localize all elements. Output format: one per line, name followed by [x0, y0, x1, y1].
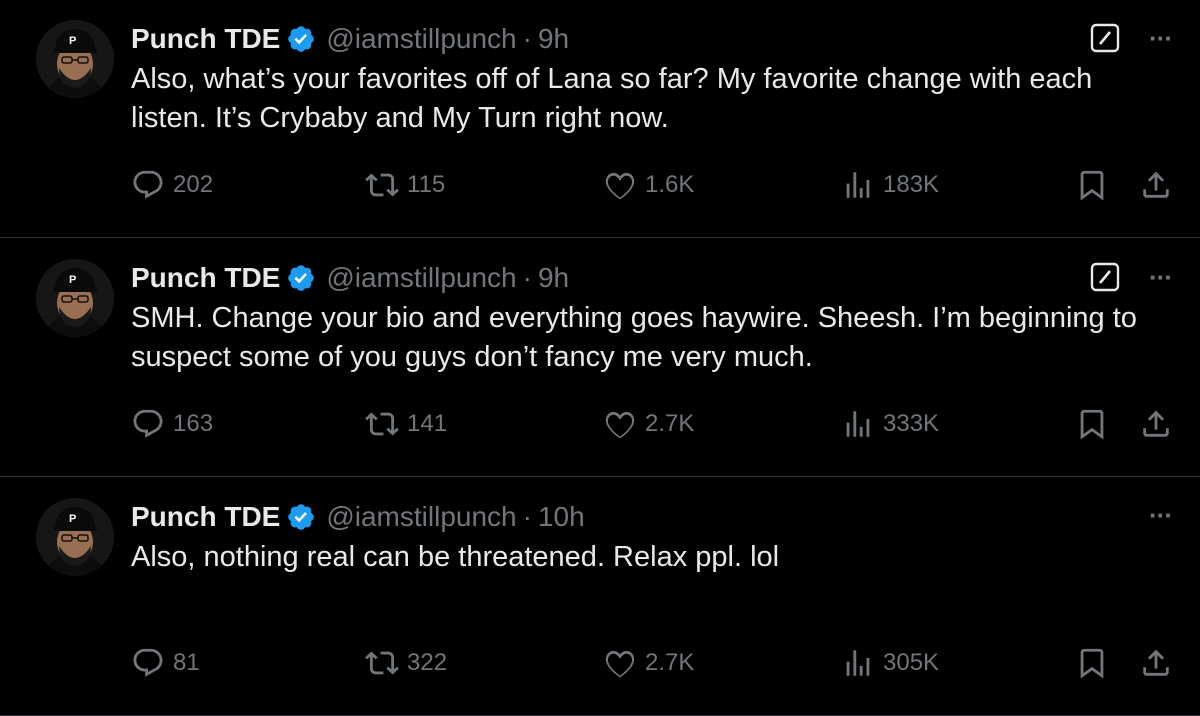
- share-icon: [1143, 410, 1169, 437]
- avatar[interactable]: P: [36, 20, 114, 98]
- more-icon[interactable]: ···: [1149, 262, 1173, 292]
- tweet-header: Punch TDE @iamstillpunch · 9h: [131, 259, 569, 297]
- tweet-actions: 202 115 1.6K 183K: [131, 168, 1171, 208]
- bookmark-button[interactable]: [1075, 646, 1109, 680]
- author-handle[interactable]: @iamstillpunch: [326, 262, 516, 294]
- bookmark-icon: [1080, 648, 1104, 679]
- share-icon: [1143, 171, 1169, 198]
- author-name[interactable]: Punch TDE: [131, 23, 280, 55]
- views-count: 305K: [883, 649, 940, 676]
- share-button[interactable]: [1139, 407, 1173, 441]
- reply-count: 163: [173, 410, 214, 437]
- tweet-actions: 163 141 2.7K 333K: [131, 407, 1171, 447]
- more-icon[interactable]: ···: [1149, 500, 1173, 530]
- bookmark-icon: [1080, 170, 1104, 201]
- reply-icon: [133, 409, 163, 438]
- retweet-icon: [365, 412, 399, 436]
- reply-button[interactable]: 202: [131, 168, 213, 202]
- separator-dot: ·: [522, 23, 532, 54]
- like-count: 2.7K: [645, 649, 695, 676]
- tweet-top-actions: ···: [1089, 261, 1173, 293]
- like-icon: [605, 650, 635, 678]
- like-count: 2.7K: [645, 410, 695, 437]
- like-icon: [605, 411, 635, 439]
- tweet[interactable]: P Punch TDE @iamstillpunch · 10h ··· Als…: [0, 478, 1200, 716]
- author-name[interactable]: Punch TDE: [131, 501, 280, 533]
- bookmark-button[interactable]: [1075, 407, 1109, 441]
- reply-icon: [133, 648, 163, 677]
- retweet-count: 115: [407, 171, 446, 198]
- tweet-text: Also, what’s your favorites off of Lana …: [131, 63, 1093, 134]
- tweet-actions: 81 322 2.7K 305K: [131, 646, 1171, 686]
- timestamp[interactable]: 9h: [538, 262, 569, 294]
- tweet-text: Also, nothing real can be threatened. Re…: [131, 541, 780, 573]
- views-button[interactable]: 333K: [841, 407, 939, 441]
- verified-badge-icon: [288, 265, 315, 291]
- views-button[interactable]: 183K: [841, 168, 939, 202]
- views-button[interactable]: 305K: [841, 646, 939, 680]
- tweet[interactable]: P Punch TDE @iamstillpunch · 9h ··· SMH.…: [0, 239, 1200, 477]
- svg-text:P: P: [69, 513, 76, 525]
- tweet-divider: [0, 237, 1200, 238]
- views-icon: [846, 411, 870, 437]
- grok-icon[interactable]: [1089, 261, 1121, 293]
- author-handle[interactable]: @iamstillpunch: [326, 501, 516, 533]
- separator-dot: ·: [522, 262, 532, 293]
- tweet-header: Punch TDE @iamstillpunch · 10h: [131, 498, 585, 536]
- verified-badge-icon: [288, 504, 315, 530]
- svg-text:P: P: [69, 35, 76, 47]
- views-count: 333K: [883, 410, 940, 437]
- like-count: 1.6K: [645, 171, 695, 198]
- retweet-button[interactable]: 115: [365, 168, 445, 202]
- tweet[interactable]: P Punch TDE @iamstillpunch · 9h ··· Also…: [0, 0, 1200, 238]
- tweet-header: Punch TDE @iamstillpunch · 9h: [131, 20, 569, 58]
- like-icon: [605, 172, 635, 200]
- retweet-button[interactable]: 322: [365, 646, 447, 680]
- separator-dot: ·: [522, 501, 532, 532]
- author-handle[interactable]: @iamstillpunch: [326, 23, 516, 55]
- like-button[interactable]: 1.6K: [603, 168, 694, 202]
- retweet-count: 322: [407, 649, 448, 676]
- verified-badge-icon: [288, 26, 315, 52]
- retweet-button[interactable]: 141: [365, 407, 447, 441]
- like-button[interactable]: 2.7K: [603, 407, 694, 441]
- reply-button[interactable]: 81: [131, 646, 200, 680]
- share-button[interactable]: [1139, 168, 1173, 202]
- reply-icon: [133, 170, 163, 199]
- avatar[interactable]: P: [36, 498, 114, 576]
- like-button[interactable]: 2.7K: [603, 646, 694, 680]
- timestamp[interactable]: 10h: [538, 501, 585, 533]
- tweet-text: SMH. Change your bio and everything goes…: [131, 302, 1137, 373]
- bookmark-icon: [1080, 409, 1104, 440]
- author-name[interactable]: Punch TDE: [131, 262, 280, 294]
- reply-count: 202: [173, 171, 214, 198]
- reply-count: 81: [173, 649, 200, 676]
- retweet-icon: [365, 651, 399, 675]
- bookmark-button[interactable]: [1075, 168, 1109, 202]
- retweet-count: 141: [407, 410, 448, 437]
- grok-icon[interactable]: [1089, 22, 1121, 54]
- views-icon: [846, 172, 870, 198]
- views-count: 183K: [883, 171, 940, 198]
- views-icon: [846, 650, 870, 676]
- more-icon[interactable]: ···: [1149, 23, 1173, 53]
- share-icon: [1143, 649, 1169, 676]
- retweet-icon: [365, 173, 399, 197]
- avatar[interactable]: P: [36, 259, 114, 337]
- tweet-top-actions: ···: [1089, 22, 1173, 54]
- svg-text:P: P: [69, 274, 76, 286]
- tweet-top-actions: ···: [1149, 500, 1173, 530]
- reply-button[interactable]: 163: [131, 407, 213, 441]
- timestamp[interactable]: 9h: [538, 23, 569, 55]
- tweet-divider: [0, 476, 1200, 477]
- share-button[interactable]: [1139, 646, 1173, 680]
